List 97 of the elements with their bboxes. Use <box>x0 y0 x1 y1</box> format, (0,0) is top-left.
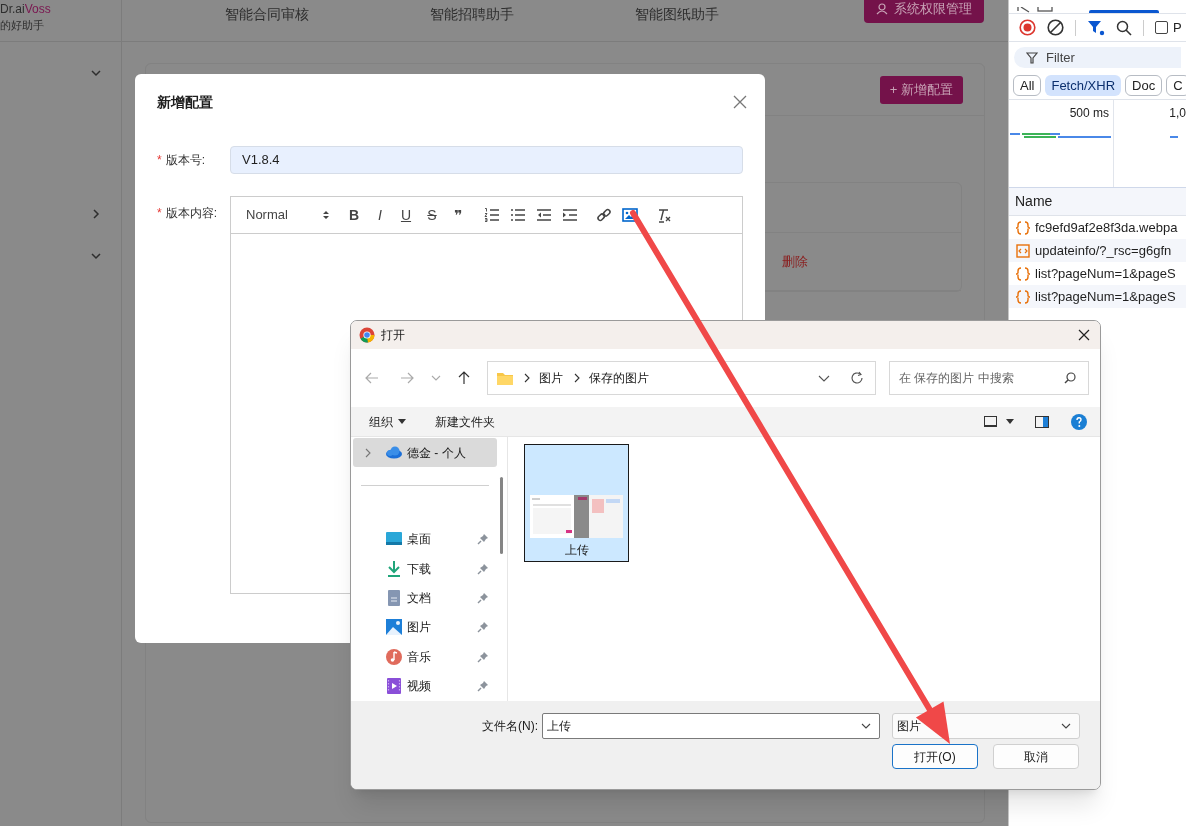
refresh-icon[interactable] <box>850 371 864 385</box>
new-folder-button[interactable]: 新建文件夹 <box>435 412 495 431</box>
chevron-right-icon[interactable] <box>90 208 102 220</box>
nav-link[interactable]: 智能合同审核 <box>224 4 309 25</box>
user-icon <box>876 2 888 15</box>
indent-icon[interactable] <box>562 207 578 223</box>
column-header: Name <box>1015 192 1053 211</box>
nav-item[interactable]: 桌面 <box>353 524 497 554</box>
strikethrough-button[interactable]: S <box>423 206 441 224</box>
document-icon <box>385 588 403 607</box>
required-asterisk: * <box>157 152 162 169</box>
chevron-right-icon[interactable] <box>365 447 371 458</box>
cancel-button[interactable]: 取消 <box>993 744 1079 769</box>
request-name[interactable]: fc9efd9af2e8f3da.webpa <box>1035 217 1178 238</box>
nav-item[interactable]: 音乐 <box>353 642 497 672</box>
caret-icon[interactable] <box>1006 419 1014 424</box>
version-input[interactable]: V1.8.4 <box>230 146 743 174</box>
filter-icon[interactable] <box>1087 19 1105 36</box>
preview-pane-icon[interactable] <box>1035 415 1049 428</box>
up-icon[interactable] <box>457 371 471 385</box>
outdent-icon[interactable] <box>536 207 552 223</box>
braces-icon <box>1016 289 1030 304</box>
required-asterisk: * <box>157 205 162 222</box>
dialog-title: 打开 <box>381 327 405 344</box>
filter-field[interactable]: Filter <box>1014 47 1181 68</box>
underline-button[interactable]: U <box>397 206 415 224</box>
video-icon <box>385 677 403 696</box>
bold-button[interactable]: B <box>345 206 363 224</box>
filter-icon <box>1026 51 1038 64</box>
clear-format-icon[interactable] <box>656 207 672 223</box>
scrollbar-thumb[interactable] <box>500 477 503 554</box>
logo-text: Dr.aiVoss <box>0 1 51 17</box>
organize-menu[interactable]: 组织 <box>369 412 406 431</box>
nav-link[interactable]: 智能招聘助手 <box>429 4 514 25</box>
nav-link[interactable]: 智能图纸助手 <box>634 4 719 25</box>
folder-icon <box>497 371 513 385</box>
heading-select[interactable]: Normal <box>246 205 329 225</box>
type-chip[interactable]: All <box>1013 75 1042 96</box>
nav-item[interactable]: 视频 <box>353 671 497 701</box>
chevron-right-icon <box>523 373 531 383</box>
search-icon <box>1064 372 1076 384</box>
picture-folder-icon <box>385 618 403 637</box>
inspect-icon <box>1017 7 1031 13</box>
chevron-down-icon <box>861 721 871 731</box>
italic-button[interactable]: I <box>371 206 389 224</box>
search-field[interactable]: 在 保存的图片 中搜索 <box>889 361 1089 395</box>
close-icon[interactable] <box>1078 329 1090 341</box>
search-icon[interactable] <box>1116 19 1132 36</box>
bullet-list-icon[interactable] <box>510 207 526 223</box>
time-label: 1,0 <box>1169 105 1186 122</box>
nav-item[interactable]: 图片 <box>353 612 497 643</box>
clear-icon[interactable] <box>1047 19 1064 36</box>
add-config-button[interactable]: + 新增配置 <box>879 75 963 104</box>
nav-item[interactable]: 下载 <box>353 553 497 584</box>
download-icon <box>385 559 403 578</box>
quote-button[interactable]: ❞ <box>449 206 467 224</box>
filetype-select[interactable]: 图片 <box>892 713 1080 739</box>
breadcrumb-item[interactable]: 图片 <box>539 369 563 387</box>
view-icon[interactable] <box>984 416 997 427</box>
nav-item[interactable]: 文档 <box>353 583 497 613</box>
admin-button[interactable]: 系统权限管理 <box>864 0 984 23</box>
chevron-right-icon <box>573 373 581 383</box>
nav-item[interactable]: 德金 - 个人 <box>353 438 497 468</box>
type-chip[interactable]: Doc <box>1125 75 1163 96</box>
music-icon <box>385 647 403 666</box>
checkbox-label: P <box>1173 18 1182 37</box>
link-icon[interactable] <box>596 207 612 223</box>
braces-icon <box>1016 220 1030 235</box>
sort-icon <box>323 210 329 220</box>
file-item[interactable]: 上传 <box>524 444 629 562</box>
preserve-log-checkbox[interactable] <box>1155 21 1168 34</box>
breadcrumb-item[interactable]: 保存的图片 <box>589 369 649 387</box>
address-bar[interactable]: 图片 保存的图片 <box>487 361 876 395</box>
ordered-list-icon[interactable] <box>484 207 500 223</box>
document-icon <box>1016 243 1030 258</box>
type-chip[interactable]: C <box>1166 75 1186 96</box>
browser-logo-icon <box>359 327 375 343</box>
image-icon[interactable] <box>622 207 638 223</box>
type-chip[interactable]: Fetch/XHR <box>1045 75 1122 96</box>
tab-indicator <box>1089 10 1159 13</box>
time-label: 500 ms <box>1069 105 1109 122</box>
filename-label: 文件名(N): <box>482 718 538 735</box>
chevron-down-icon <box>1061 721 1071 731</box>
device-icon <box>1037 7 1053 13</box>
request-name[interactable]: list?pageNum=1&pageS <box>1035 263 1176 284</box>
tagline: 的好助手 <box>0 18 44 33</box>
field-label: 版本号: <box>165 152 205 169</box>
field-label: 版本内容: <box>165 205 217 222</box>
record-icon[interactable] <box>1019 19 1036 36</box>
chevron-down-icon[interactable] <box>90 250 102 262</box>
modal-title: 新增配置 <box>157 92 213 112</box>
caret-icon <box>398 419 406 424</box>
chevron-down-icon[interactable] <box>90 67 102 79</box>
open-button[interactable]: 打开(O) <box>892 744 978 769</box>
filename-input[interactable]: 上传 <box>542 713 880 739</box>
braces-icon <box>1016 266 1030 281</box>
help-icon[interactable] <box>1071 413 1087 430</box>
